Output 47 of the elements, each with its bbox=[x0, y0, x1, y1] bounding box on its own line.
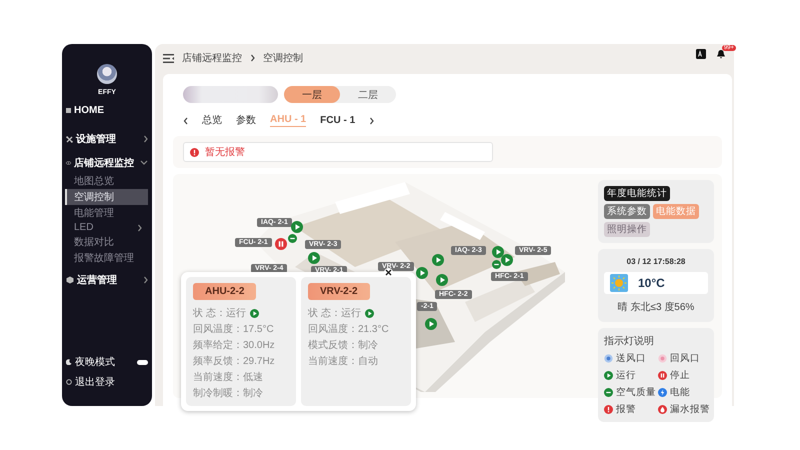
breadcrumb-link[interactable]: 店铺远程监控 bbox=[182, 51, 242, 65]
device-tab[interactable]: FCU - 1 bbox=[320, 114, 356, 126]
nav-group[interactable]: 设施管理 bbox=[62, 129, 152, 149]
legend-label: 回风口 bbox=[670, 352, 700, 365]
nav-subitem[interactable]: LED bbox=[65, 221, 148, 234]
legend-label: 报警 bbox=[616, 403, 636, 416]
nav-subitem[interactable]: 电能管理 bbox=[65, 205, 148, 221]
reading-text: 回风温度：21.3°C bbox=[308, 322, 390, 336]
legend-label: 停止 bbox=[670, 369, 690, 382]
temperature-text: 10°C bbox=[638, 276, 665, 290]
nav-item[interactable]: 夜晚模式 bbox=[62, 352, 152, 372]
legend-label: 空气质量 bbox=[616, 386, 656, 399]
nav-group[interactable]: 店铺远程监控 bbox=[62, 153, 152, 173]
datetime-text: 03 / 12 17:58:28 bbox=[626, 257, 686, 266]
action-button[interactable]: 系统参数 bbox=[604, 204, 650, 219]
reading-text: 制冷制暖：制冷 bbox=[193, 386, 264, 400]
device-title: VRV-2-2 bbox=[308, 283, 370, 300]
legend-label: 送风口 bbox=[616, 352, 646, 365]
device-title: AHU-2-2 bbox=[193, 283, 256, 300]
breadcrumb-link[interactable]: 空调控制 bbox=[263, 51, 303, 65]
status-text: 状 态：运行 bbox=[308, 306, 361, 320]
reading-text: 频率反馈：29.7Hz bbox=[193, 354, 276, 368]
nav-subitem[interactable]: 数据对比 bbox=[65, 234, 148, 250]
reading-text: 模式反馈：制冷 bbox=[308, 338, 379, 352]
legend-title: 指示灯说明 bbox=[604, 334, 655, 348]
reading-text: 频率给定：30.0Hz bbox=[193, 338, 276, 352]
floor-tab[interactable]: 一层 bbox=[284, 86, 340, 103]
action-button[interactable]: 照明操作 bbox=[604, 222, 650, 237]
action-button[interactable]: 年度电能统计 bbox=[604, 186, 670, 201]
reading-text: 当前速度：低速 bbox=[193, 370, 264, 384]
nav-item[interactable]: 退出登录 bbox=[62, 372, 152, 392]
alarm-text: 暂无报警 bbox=[205, 146, 245, 159]
reading-text: 当前速度：自动 bbox=[308, 354, 379, 368]
device-tab[interactable]: 总览 bbox=[202, 113, 222, 128]
status-text: 状 态：运行 bbox=[193, 306, 246, 320]
legend-label: 漏水报警 bbox=[670, 403, 710, 416]
nav-item[interactable]: HOME bbox=[62, 102, 152, 119]
legend-label: 电能 bbox=[670, 386, 690, 399]
nav-subitem[interactable]: 地图总览 bbox=[65, 173, 148, 189]
nav-subitem[interactable]: 报警故障管理 bbox=[65, 250, 148, 266]
floor-tab[interactable]: 二层 bbox=[340, 86, 396, 103]
weather-text: 晴 东北≤3 度56% bbox=[618, 300, 694, 314]
device-tab[interactable]: 参数 bbox=[236, 113, 256, 128]
nav-subitem[interactable]: 空调控制 bbox=[65, 189, 148, 205]
legend-label: 运行 bbox=[616, 369, 636, 382]
nav-group[interactable]: 运营管理 bbox=[62, 270, 152, 290]
reading-text: 回风温度：17.5°C bbox=[193, 322, 275, 336]
